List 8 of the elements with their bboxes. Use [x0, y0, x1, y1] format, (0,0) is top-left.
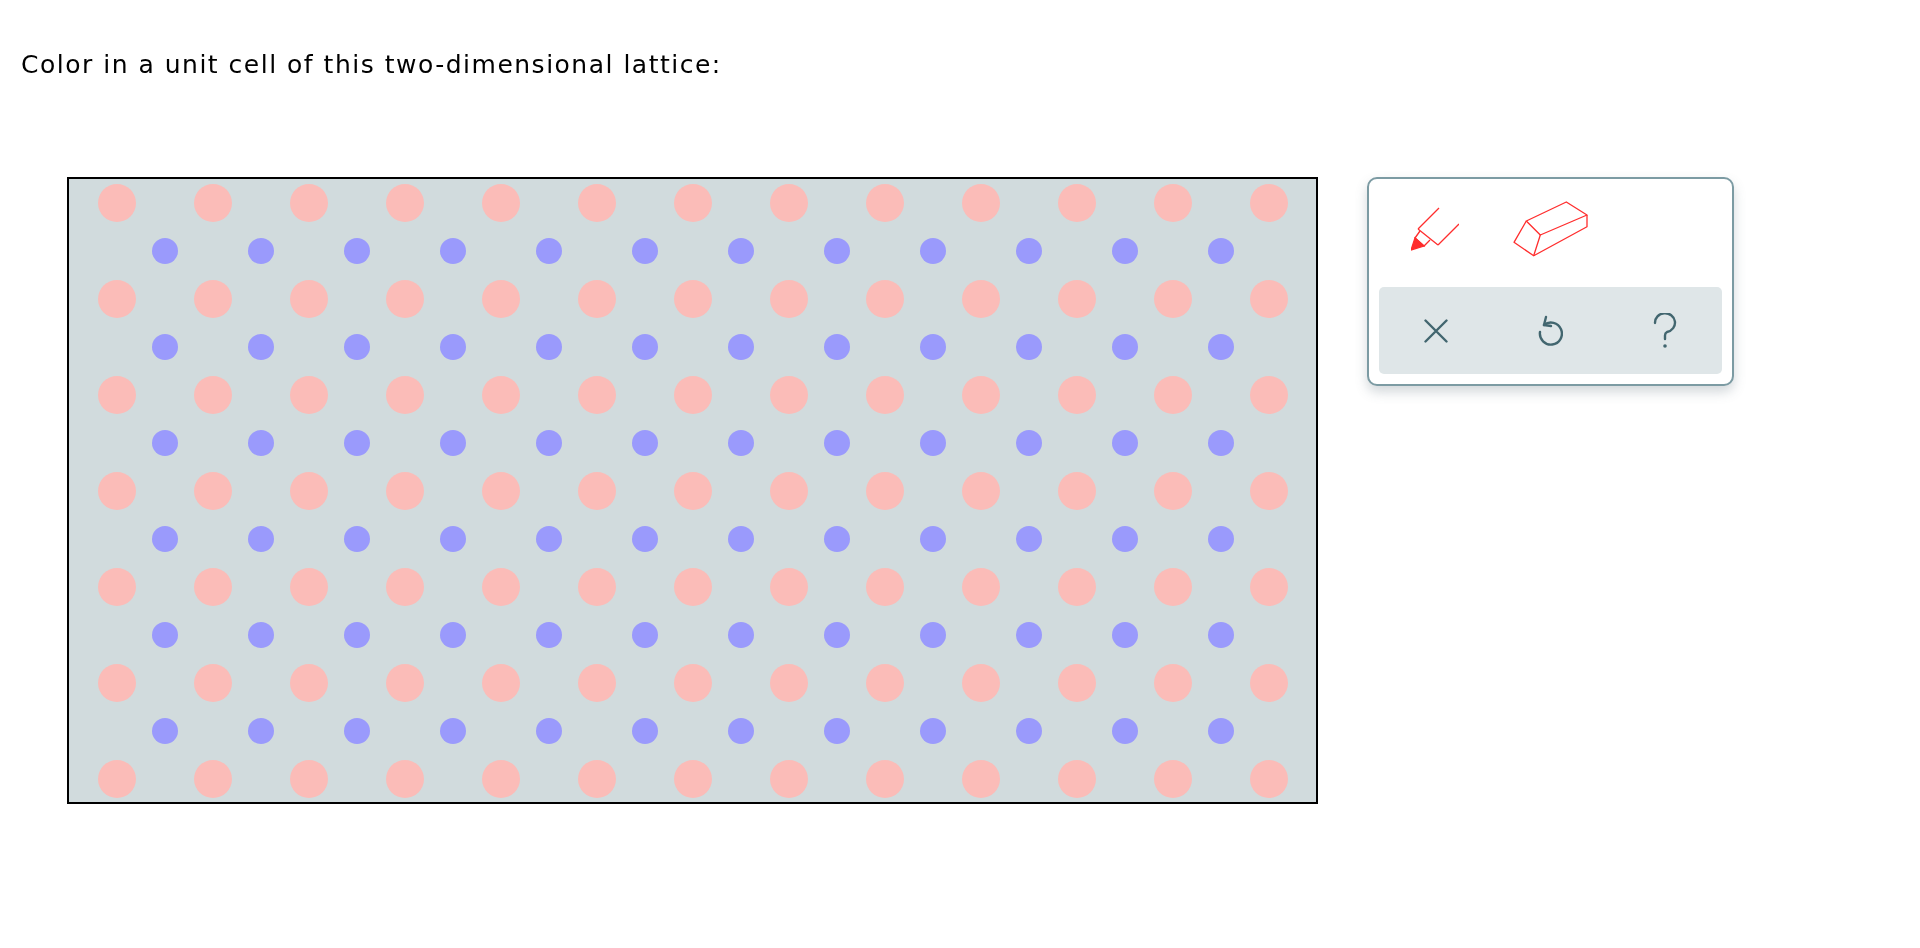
close-icon: [1424, 318, 1449, 343]
eraser-icon: [1513, 201, 1588, 257]
help-icon: [1652, 312, 1677, 349]
marker-icon: [1411, 207, 1459, 251]
marker-button[interactable]: [1409, 205, 1461, 253]
undo-icon: [1537, 314, 1564, 347]
eraser-button[interactable]: [1511, 199, 1590, 259]
prompt-text: Color in a unit cell of this two-dimensional lattice:: [21, 50, 722, 80]
